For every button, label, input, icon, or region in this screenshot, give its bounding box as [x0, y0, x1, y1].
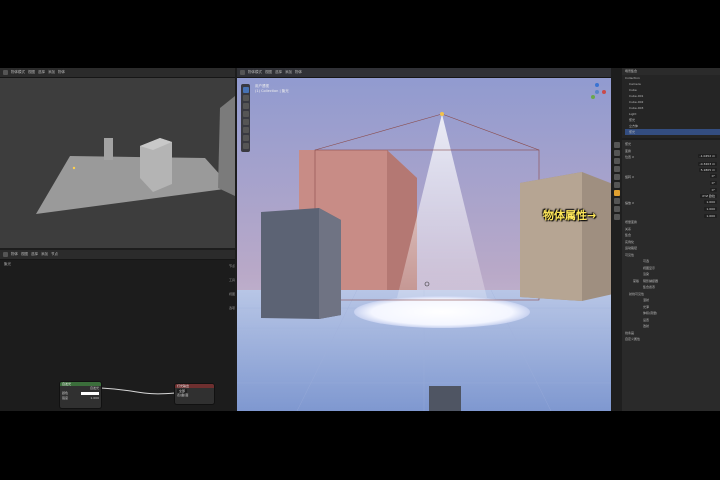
- blender-window: 物体模式 视图 选择 添加 物体 物体 视图 选择 添加 节点 聚光 自发光 自…: [0, 68, 720, 411]
- scale-x-field[interactable]: 1.000: [704, 199, 717, 204]
- location-x-field[interactable]: -1.0452 m: [697, 154, 717, 158]
- main-view-menu[interactable]: 视图: [265, 70, 272, 75]
- node-side-tabs: 节点 工具 视图 选项: [229, 264, 235, 310]
- annotation-callout: 物体属性→: [543, 209, 597, 222]
- data-tab-icon[interactable]: [614, 214, 620, 220]
- move-tool-icon[interactable]: [242, 103, 249, 109]
- light-origin-dot: [72, 166, 76, 170]
- location-label: 位置 X: [625, 155, 635, 159]
- properties-tabs: [612, 140, 622, 411]
- location-z-field[interactable]: 5.1805 m: [698, 168, 717, 172]
- rotation-x-field[interactable]: 0°: [709, 173, 717, 178]
- emission-strength-row[interactable]: 强度 1.000: [60, 396, 101, 401]
- left-cube-side: [319, 208, 341, 319]
- foreground-cube: [429, 386, 461, 411]
- light-pool: [354, 296, 530, 328]
- outliner[interactable]: 场景集合 Collection Camera Cube Cube.001 Cub…: [622, 68, 720, 138]
- main-mode-menu[interactable]: 物体模式: [248, 70, 262, 75]
- measure-tool-icon[interactable]: [242, 143, 249, 149]
- world-tab-icon[interactable]: [614, 182, 620, 188]
- scale-z-field[interactable]: 1.000: [704, 213, 717, 218]
- mode-menu[interactable]: 物体模式: [11, 70, 25, 75]
- main-3d-viewport[interactable]: 物体模式 视图 选择 添加 物体 用户透视 (1) Collection | 聚…: [237, 68, 611, 411]
- custom-properties-section[interactable]: 自定义属性: [625, 336, 717, 343]
- viewport-overlay-text: 用户透视 (1) Collection | 聚光: [255, 84, 289, 94]
- small-cube: [104, 138, 113, 160]
- scale-tool-icon[interactable]: [242, 119, 249, 125]
- main-viewport-header: 物体模式 视图 选择 添加 物体: [237, 68, 611, 78]
- outliner-title: 场景集合: [622, 68, 720, 75]
- rotation-y-field[interactable]: 0°: [709, 181, 717, 185]
- rotation-z-field[interactable]: 0°: [709, 187, 717, 192]
- right-cube-face: [520, 172, 582, 301]
- properties-content: 聚光 变换 位置 X -1.0452 m -0.3203 m 5.1805 m 旋…: [625, 141, 717, 343]
- transform-tool-icon[interactable]: [242, 127, 249, 133]
- main-scene: [237, 68, 611, 411]
- physics-tab-icon[interactable]: [614, 198, 620, 204]
- main-add-menu[interactable]: 添加: [285, 70, 292, 75]
- collection-info: (1) Collection | 聚光: [255, 89, 289, 93]
- navigation-gizmo[interactable]: [587, 82, 607, 102]
- emission-strength-value[interactable]: 1.000: [90, 396, 99, 401]
- editor-type-icon[interactable]: [240, 70, 245, 75]
- shader-node-editor[interactable]: 物体 视图 选择 添加 节点 聚光 自发光 自发光 颜色 强度 1.000 灯光输…: [0, 250, 235, 411]
- render-tab-icon[interactable]: [614, 150, 620, 156]
- side-tab-tool[interactable]: 工具: [229, 278, 235, 282]
- wall-shape: [218, 96, 235, 196]
- select-tool-icon[interactable]: [242, 87, 249, 93]
- outliner-item-selected[interactable]: 聚光: [625, 129, 720, 135]
- output-target-select[interactable]: 全部: [177, 388, 188, 393]
- ground-plane: [36, 156, 232, 214]
- tool-tab-icon[interactable]: [614, 142, 620, 148]
- scene-tab-icon[interactable]: [614, 174, 620, 180]
- small-3d-viewport[interactable]: 物体模式 视图 选择 添加 物体: [0, 68, 235, 248]
- rotate-tool-icon[interactable]: [242, 111, 249, 117]
- toolbar: [241, 84, 250, 152]
- rotation-label: 旋转 X: [625, 174, 635, 179]
- emission-strength-label: 强度: [62, 396, 69, 400]
- select-menu[interactable]: 选择: [38, 70, 45, 75]
- scale-y-field[interactable]: 1.000: [704, 207, 717, 211]
- location-y-field[interactable]: -0.3203 m: [697, 161, 717, 166]
- output-surface-label: 表(曲)面: [177, 393, 189, 397]
- scale-label: 缩放 X: [625, 200, 635, 205]
- mask-label: 蒙版: [633, 278, 640, 283]
- editor-type-icon[interactable]: [3, 70, 8, 75]
- output-surface-row: 表(曲)面: [175, 393, 214, 398]
- view-layer-tab-icon[interactable]: [614, 166, 620, 172]
- spotlight-gizmo[interactable]: [440, 112, 444, 116]
- small-viewport-header: 物体模式 视图 选择 添加 物体: [0, 68, 235, 78]
- cursor-tool-icon[interactable]: [242, 95, 249, 101]
- add-menu[interactable]: 添加: [48, 70, 55, 75]
- main-select-menu[interactable]: 选择: [275, 70, 282, 75]
- emission-link: [100, 387, 176, 395]
- side-tab-node[interactable]: 节点: [229, 264, 235, 268]
- annotate-tool-icon[interactable]: [242, 135, 249, 141]
- light-output-node[interactable]: 灯光输出 全部 表(曲)面: [175, 384, 214, 404]
- emission-output-label: 自发光: [89, 386, 99, 390]
- side-tab-view[interactable]: 视图: [229, 292, 235, 296]
- small-viewport-scene: [36, 96, 235, 214]
- object-properties-tab-icon[interactable]: [614, 190, 620, 196]
- output-tab-icon[interactable]: [614, 158, 620, 164]
- side-tab-options[interactable]: 选项: [229, 306, 235, 310]
- rotation-mode-select[interactable]: XYZ 欧拉: [700, 194, 717, 198]
- emission-node[interactable]: 自发光 自发光 颜色 强度 1.000: [60, 382, 101, 408]
- constraints-tab-icon[interactable]: [614, 206, 620, 212]
- view-menu[interactable]: 视图: [28, 70, 35, 75]
- emission-color-swatch[interactable]: [81, 392, 99, 395]
- main-object-menu[interactable]: 物体: [295, 70, 302, 75]
- properties-editor[interactable]: 聚光 变换 位置 X -1.0452 m -0.3203 m 5.1805 m 旋…: [612, 140, 720, 411]
- object-menu[interactable]: 物体: [58, 70, 65, 75]
- outliner-list: Collection Camera Cube Cube.001 Cube.002…: [622, 75, 720, 135]
